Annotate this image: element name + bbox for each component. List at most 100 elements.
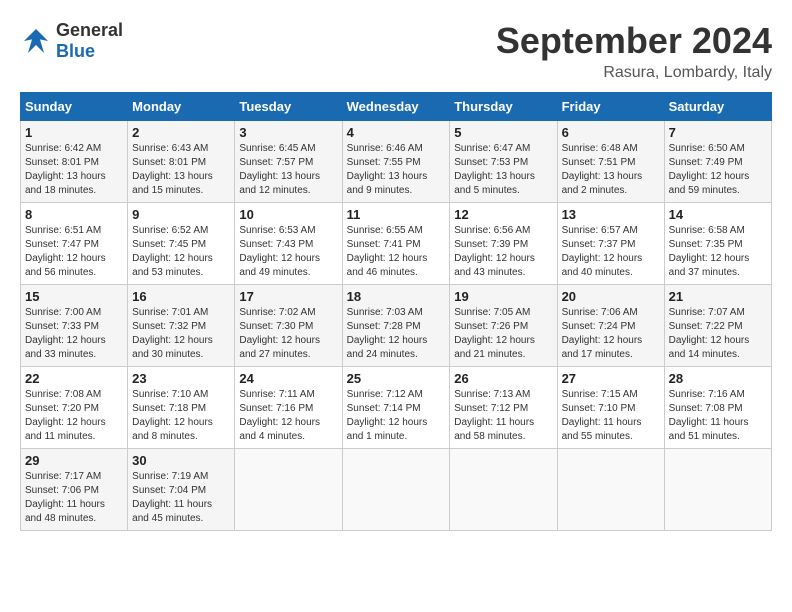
- day-detail: Sunrise: 7:10 AM Sunset: 7:18 PM Dayligh…: [132, 388, 230, 444]
- calendar-cell: [342, 449, 450, 531]
- calendar-cell: [235, 449, 342, 531]
- day-number: 23: [132, 371, 230, 386]
- day-number: 3: [239, 125, 337, 140]
- calendar-cell: 16 Sunrise: 7:01 AM Sunset: 7:32 PM Dayli…: [128, 285, 235, 367]
- calendar-table: SundayMondayTuesdayWednesdayThursdayFrid…: [20, 92, 772, 531]
- calendar-cell: 4 Sunrise: 6:46 AM Sunset: 7:55 PM Daylig…: [342, 121, 450, 203]
- day-number: 15: [25, 289, 123, 304]
- day-number: 13: [562, 207, 660, 222]
- calendar-cell: 22 Sunrise: 7:08 AM Sunset: 7:20 PM Dayli…: [21, 367, 128, 449]
- title-block: September 2024 Rasura, Lombardy, Italy: [496, 20, 772, 82]
- calendar-cell: 30 Sunrise: 7:19 AM Sunset: 7:04 PM Dayli…: [128, 449, 235, 531]
- day-number: 11: [347, 207, 446, 222]
- calendar-cell: 6Sunrise: 6:48 AM Sunset: 7:51 PM Daylig…: [557, 121, 664, 203]
- calendar-cell: 29 Sunrise: 7:17 AM Sunset: 7:06 PM Dayli…: [21, 449, 128, 531]
- day-number: 27: [562, 371, 660, 386]
- calendar-cell: 28 Sunrise: 7:16 AM Sunset: 7:08 PM Dayli…: [664, 367, 771, 449]
- day-number: 14: [669, 207, 767, 222]
- logo-blue: Blue: [56, 41, 95, 61]
- day-number: 10: [239, 207, 337, 222]
- day-detail: Sunrise: 7:02 AM Sunset: 7:30 PM Dayligh…: [239, 306, 337, 362]
- day-detail: Sunrise: 6:58 AM Sunset: 7:35 PM Dayligh…: [669, 224, 767, 280]
- calendar-cell: 9Sunrise: 6:52 AM Sunset: 7:45 PM Daylig…: [128, 203, 235, 285]
- day-detail: Sunrise: 6:53 AM Sunset: 7:43 PM Dayligh…: [239, 224, 337, 280]
- month-title: September 2024: [496, 20, 772, 62]
- day-detail: Sunrise: 7:13 AM Sunset: 7:12 PM Dayligh…: [454, 388, 552, 444]
- calendar-cell: 2 Sunrise: 6:43 AM Sunset: 8:01 PM Daylig…: [128, 121, 235, 203]
- day-number: 12: [454, 207, 552, 222]
- day-of-week-friday: Friday: [557, 93, 664, 121]
- day-detail: Sunrise: 6:43 AM Sunset: 8:01 PM Dayligh…: [132, 142, 230, 198]
- calendar-cell: 23 Sunrise: 7:10 AM Sunset: 7:18 PM Dayli…: [128, 367, 235, 449]
- day-of-week-thursday: Thursday: [450, 93, 557, 121]
- day-detail: Sunrise: 6:48 AM Sunset: 7:51 PM Dayligh…: [562, 142, 660, 198]
- day-detail: Sunrise: 7:11 AM Sunset: 7:16 PM Dayligh…: [239, 388, 337, 444]
- day-of-week-saturday: Saturday: [664, 93, 771, 121]
- day-number: 18: [347, 289, 446, 304]
- day-detail: Sunrise: 7:06 AM Sunset: 7:24 PM Dayligh…: [562, 306, 660, 362]
- calendar-cell: 7 Sunrise: 6:50 AM Sunset: 7:49 PM Daylig…: [664, 121, 771, 203]
- day-number: 24: [239, 371, 337, 386]
- calendar-cell: 18 Sunrise: 7:03 AM Sunset: 7:28 PM Dayli…: [342, 285, 450, 367]
- day-number: 30: [132, 453, 230, 468]
- day-detail: Sunrise: 6:55 AM Sunset: 7:41 PM Dayligh…: [347, 224, 446, 280]
- day-detail: Sunrise: 7:16 AM Sunset: 7:08 PM Dayligh…: [669, 388, 767, 444]
- calendar-cell: 25Sunrise: 7:12 AM Sunset: 7:14 PM Dayli…: [342, 367, 450, 449]
- location: Rasura, Lombardy, Italy: [496, 64, 772, 82]
- logo-general: General: [56, 20, 123, 40]
- calendar-week-1: 1 Sunrise: 6:42 AM Sunset: 8:01 PM Daylig…: [21, 121, 772, 203]
- calendar-cell: 17 Sunrise: 7:02 AM Sunset: 7:30 PM Dayli…: [235, 285, 342, 367]
- calendar-cell: 13Sunrise: 6:57 AM Sunset: 7:37 PM Dayli…: [557, 203, 664, 285]
- day-number: 19: [454, 289, 552, 304]
- day-number: 29: [25, 453, 123, 468]
- calendar-cell: [557, 449, 664, 531]
- day-detail: Sunrise: 6:52 AM Sunset: 7:45 PM Dayligh…: [132, 224, 230, 280]
- day-number: 20: [562, 289, 660, 304]
- day-detail: Sunrise: 7:07 AM Sunset: 7:22 PM Dayligh…: [669, 306, 767, 362]
- day-number: 4: [347, 125, 446, 140]
- day-detail: Sunrise: 6:42 AM Sunset: 8:01 PM Dayligh…: [25, 142, 123, 198]
- calendar-cell: 21 Sunrise: 7:07 AM Sunset: 7:22 PM Dayli…: [664, 285, 771, 367]
- day-number: 17: [239, 289, 337, 304]
- calendar-cell: 19Sunrise: 7:05 AM Sunset: 7:26 PM Dayli…: [450, 285, 557, 367]
- day-number: 1: [25, 125, 123, 140]
- calendar-cell: 15 Sunrise: 7:00 AM Sunset: 7:33 PM Dayli…: [21, 285, 128, 367]
- calendar-cell: [450, 449, 557, 531]
- calendar-cell: 26 Sunrise: 7:13 AM Sunset: 7:12 PM Dayli…: [450, 367, 557, 449]
- calendar-cell: 5Sunrise: 6:47 AM Sunset: 7:53 PM Daylig…: [450, 121, 557, 203]
- page-header: General Blue September 2024 Rasura, Lomb…: [20, 20, 772, 82]
- day-detail: Sunrise: 7:17 AM Sunset: 7:06 PM Dayligh…: [25, 470, 123, 526]
- day-number: 26: [454, 371, 552, 386]
- day-detail: Sunrise: 7:00 AM Sunset: 7:33 PM Dayligh…: [25, 306, 123, 362]
- day-number: 16: [132, 289, 230, 304]
- calendar-cell: 10 Sunrise: 6:53 AM Sunset: 7:43 PM Dayli…: [235, 203, 342, 285]
- day-detail: Sunrise: 7:19 AM Sunset: 7:04 PM Dayligh…: [132, 470, 230, 526]
- day-of-week-wednesday: Wednesday: [342, 93, 450, 121]
- day-detail: Sunrise: 7:12 AM Sunset: 7:14 PM Dayligh…: [347, 388, 446, 444]
- day-of-week-monday: Monday: [128, 93, 235, 121]
- day-number: 22: [25, 371, 123, 386]
- calendar-cell: 3 Sunrise: 6:45 AM Sunset: 7:57 PM Daylig…: [235, 121, 342, 203]
- day-number: 28: [669, 371, 767, 386]
- day-detail: Sunrise: 6:45 AM Sunset: 7:57 PM Dayligh…: [239, 142, 337, 198]
- calendar-cell: 11 Sunrise: 6:55 AM Sunset: 7:41 PM Dayli…: [342, 203, 450, 285]
- day-of-week-sunday: Sunday: [21, 93, 128, 121]
- calendar-cell: 27Sunrise: 7:15 AM Sunset: 7:10 PM Dayli…: [557, 367, 664, 449]
- day-of-week-tuesday: Tuesday: [235, 93, 342, 121]
- calendar-week-3: 15 Sunrise: 7:00 AM Sunset: 7:33 PM Dayli…: [21, 285, 772, 367]
- calendar-week-5: 29 Sunrise: 7:17 AM Sunset: 7:06 PM Dayli…: [21, 449, 772, 531]
- calendar-header-row: SundayMondayTuesdayWednesdayThursdayFrid…: [21, 93, 772, 121]
- day-number: 21: [669, 289, 767, 304]
- day-detail: Sunrise: 7:08 AM Sunset: 7:20 PM Dayligh…: [25, 388, 123, 444]
- day-detail: Sunrise: 6:46 AM Sunset: 7:55 PM Dayligh…: [347, 142, 446, 198]
- day-detail: Sunrise: 7:03 AM Sunset: 7:28 PM Dayligh…: [347, 306, 446, 362]
- day-number: 2: [132, 125, 230, 140]
- day-detail: Sunrise: 7:01 AM Sunset: 7:32 PM Dayligh…: [132, 306, 230, 362]
- logo-icon: [20, 25, 52, 57]
- day-detail: Sunrise: 6:56 AM Sunset: 7:39 PM Dayligh…: [454, 224, 552, 280]
- calendar-cell: 14 Sunrise: 6:58 AM Sunset: 7:35 PM Dayli…: [664, 203, 771, 285]
- day-detail: Sunrise: 6:50 AM Sunset: 7:49 PM Dayligh…: [669, 142, 767, 198]
- calendar-week-2: 8Sunrise: 6:51 AM Sunset: 7:47 PM Daylig…: [21, 203, 772, 285]
- day-number: 8: [25, 207, 123, 222]
- day-number: 7: [669, 125, 767, 140]
